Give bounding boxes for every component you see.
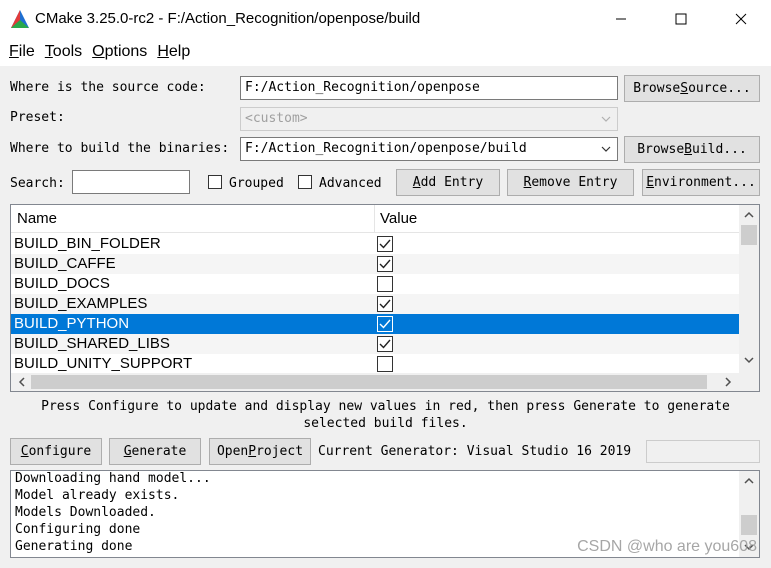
row-value-checkbox[interactable] [377,236,393,252]
row-name: BUILD_DOCS [14,275,110,292]
table-header: Name Value [11,205,739,233]
checkmark-icon [379,299,391,309]
row-name: BUILD_PYTHON [14,315,130,332]
column-header-name[interactable]: Name [13,205,375,233]
row-name: BUILD_UNITY_SUPPORT [14,355,193,372]
preset-label: Preset: [10,110,65,125]
log-line: Model already exists. [15,488,180,503]
remove-entry-button[interactable]: Remove Entry [507,169,634,196]
menu-help[interactable]: Help [152,38,195,66]
log-line: Models Downloaded. [15,505,156,520]
minimize-button[interactable] [598,0,644,38]
environment-button[interactable]: Environment... [642,169,760,196]
add-entry-button[interactable]: Add Entry [396,169,500,196]
row-value-checkbox[interactable] [377,356,393,372]
generate-button[interactable]: Generate [109,438,201,465]
browse-source-button[interactable]: Browse Source... [624,75,760,102]
scroll-corner [739,373,759,391]
table-row[interactable]: BUILD_EXAMPLES [11,294,739,314]
vertical-scroll-thumb[interactable] [741,225,757,245]
cmake-logo-icon [11,10,29,28]
log-line: Downloading hand model... [15,471,211,486]
row-value-checkbox[interactable] [377,276,393,292]
checkmark-icon [379,339,391,349]
configure-button[interactable]: Configure [10,438,102,465]
menu-file[interactable]: File [4,38,40,66]
minimize-icon [616,18,626,20]
log-line: Generating done [15,539,133,554]
binaries-path-combo[interactable]: F:/Action_Recognition/openpose/build [240,137,618,161]
horizontal-scroll-thumb[interactable] [31,375,707,389]
checkmark-icon [379,239,391,249]
chevron-down-icon [601,116,611,122]
title-bar: CMake 3.25.0-rc2 - F:/Action_Recognition… [0,0,771,38]
hint-line-2: selected build files. [303,416,468,431]
table-row[interactable]: BUILD_PYTHON [11,314,739,334]
binaries-path-value: F:/Action_Recognition/openpose/build [245,141,527,156]
menu-bar: File Tools Options Help [0,38,771,66]
maximize-icon [675,13,687,25]
browse-build-button[interactable]: Browse Build... [624,136,760,163]
row-name: BUILD_CAFFE [14,255,116,272]
horizontal-scrollbar[interactable] [11,373,739,391]
current-generator-label: Current Generator: Visual Studio 16 2019 [318,444,632,459]
row-value-checkbox[interactable] [377,256,393,272]
checkmark-icon [379,259,391,269]
close-icon [735,13,747,25]
scroll-down-icon[interactable] [744,355,754,365]
generator-progress [646,440,760,463]
close-button[interactable] [718,0,764,38]
advanced-checkbox[interactable] [298,175,312,193]
checkmark-icon [379,319,391,329]
table-row[interactable]: BUILD_DOCS [11,274,739,294]
search-input[interactable] [72,170,190,194]
table-row[interactable]: BUILD_CAFFE [11,254,739,274]
table-row[interactable]: BUILD_BIN_FOLDER [11,234,739,254]
preset-combo: <custom> [240,107,618,131]
menu-options[interactable]: Options [87,38,152,66]
chevron-down-icon[interactable] [601,144,611,154]
window-title: CMake 3.25.0-rc2 - F:/Action_Recognition… [35,10,421,27]
grouped-label: Grouped [229,176,284,191]
row-value-checkbox[interactable] [377,336,393,352]
source-path-input[interactable]: F:/Action_Recognition/openpose [240,76,618,100]
source-label: Where is the source code: [10,80,206,95]
grouped-checkbox[interactable] [208,175,222,193]
log-line: Configuring done [15,522,141,537]
table-row[interactable]: BUILD_UNITY_SUPPORT [11,354,739,374]
row-name: BUILD_SHARED_LIBS [14,335,170,352]
row-name: BUILD_BIN_FOLDER [14,235,161,252]
advanced-label: Advanced [319,176,382,191]
vertical-scrollbar[interactable] [739,205,759,373]
scroll-right-icon[interactable] [723,377,733,387]
preset-value: <custom> [245,111,308,126]
table-row[interactable]: BUILD_SHARED_LIBS [11,334,739,354]
search-label: Search: [10,176,65,191]
binaries-label: Where to build the binaries: [10,141,230,156]
open-project-button[interactable]: Open Project [209,438,311,465]
row-name: BUILD_EXAMPLES [14,295,148,312]
configure-hint: Press Configure to update and display ne… [0,398,771,432]
scroll-up-icon[interactable] [744,210,754,220]
row-value-checkbox[interactable] [377,316,393,332]
maximize-button[interactable] [658,0,704,38]
scroll-left-icon[interactable] [17,377,27,387]
log-scroll-thumb[interactable] [741,515,757,535]
row-value-checkbox[interactable] [377,296,393,312]
hint-line-1: Press Configure to update and display ne… [41,399,730,414]
column-header-value[interactable]: Value [376,205,739,233]
menu-tools[interactable]: Tools [40,38,87,66]
cache-table[interactable]: Name Value BUILD_BIN_FOLDER BUILD_CAFFE BU… [10,204,760,392]
scroll-up-icon[interactable] [744,476,754,486]
watermark: CSDN @who are you608 [577,538,757,555]
